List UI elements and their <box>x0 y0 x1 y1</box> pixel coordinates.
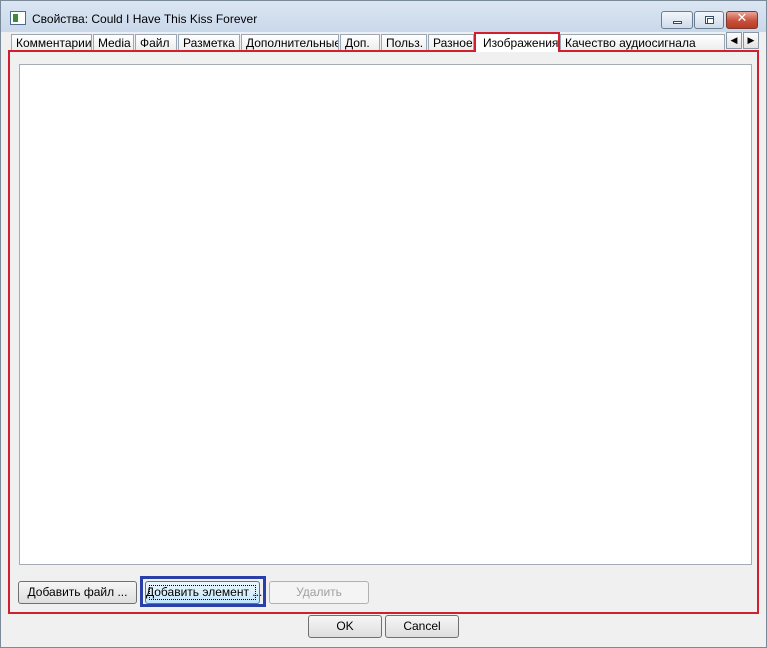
tab-scroll-left-icon[interactable]: ◀ <box>726 32 742 49</box>
add-element-button[interactable]: Добавить элемент ... <box>145 581 262 604</box>
title-bar[interactable]: Свойства: Could I Have This Kiss Forever… <box>1 1 766 32</box>
app-icon <box>10 11 26 25</box>
minimize-icon <box>673 21 682 24</box>
tab-audio-quality[interactable]: Качество аудиосигнала <box>560 34 725 51</box>
images-tab-page: Добавить файл ... Добавить элемент ... У… <box>8 50 759 614</box>
close-button[interactable]: ✕ <box>726 11 758 29</box>
ok-button[interactable]: OK <box>308 615 382 638</box>
focus-rectangle <box>149 585 256 600</box>
tab-images[interactable]: Изображения <box>474 32 560 52</box>
tab-misc[interactable]: Разное <box>428 34 474 51</box>
tab-media[interactable]: Media <box>93 34 134 51</box>
tab-scroll-arrows: ◀ ▶ <box>726 32 760 49</box>
tab-comments[interactable]: Комментарии <box>11 34 92 51</box>
tab-additional[interactable]: Дополнительные <box>241 34 339 51</box>
delete-button[interactable]: Удалить <box>269 581 369 604</box>
close-icon: ✕ <box>736 11 748 26</box>
image-list-area[interactable] <box>19 64 752 565</box>
tab-strip: Комментарии Media Файл Разметка Дополнит… <box>11 32 760 52</box>
properties-window: Свойства: Could I Have This Kiss Forever… <box>0 0 767 648</box>
tab-file[interactable]: Файл <box>135 34 177 51</box>
add-file-button[interactable]: Добавить файл ... <box>18 581 137 604</box>
cancel-button[interactable]: Cancel <box>385 615 459 638</box>
tab-markup[interactable]: Разметка <box>178 34 240 51</box>
maximize-icon <box>705 16 714 24</box>
window-title: Свойства: Could I Have This Kiss Forever <box>32 12 258 26</box>
minimize-button[interactable] <box>661 11 693 29</box>
tab-extra[interactable]: Доп. <box>340 34 380 51</box>
maximize-button[interactable] <box>694 11 724 29</box>
tab-user[interactable]: Польз. <box>381 34 427 51</box>
tab-scroll-right-icon[interactable]: ▶ <box>743 32 759 49</box>
